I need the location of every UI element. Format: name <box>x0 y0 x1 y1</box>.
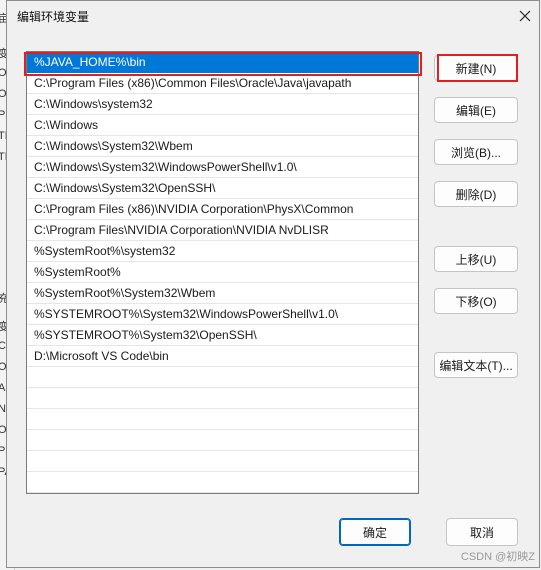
path-list-item[interactable]: %JAVA_HOME%\bin <box>27 52 418 73</box>
edit-text-button[interactable]: 编辑文本(T)... <box>434 352 518 378</box>
path-list-item[interactable]: C:\Program Files (x86)\Common Files\Orac… <box>27 73 418 94</box>
ok-button[interactable]: 确定 <box>339 518 411 546</box>
move-down-button[interactable]: 下移(O) <box>434 288 518 314</box>
new-button[interactable]: 新建(N) <box>434 55 518 81</box>
cancel-button[interactable]: 取消 <box>446 518 518 546</box>
title-bar[interactable]: 编辑环境变量 <box>7 1 539 31</box>
move-up-button[interactable]: 上移(U) <box>434 246 518 272</box>
path-list-item[interactable]: %SYSTEMROOT%\System32\WindowsPowerShell\… <box>27 304 418 325</box>
delete-button[interactable]: 删除(D) <box>434 181 518 207</box>
path-list-empty-row[interactable] <box>27 430 418 451</box>
path-list-item[interactable]: %SystemRoot%\System32\Wbem <box>27 283 418 304</box>
dialog-title: 编辑环境变量 <box>17 10 90 24</box>
path-list-item[interactable]: C:\Windows\System32\OpenSSH\ <box>27 178 418 199</box>
path-list-item[interactable]: C:\Windows\system32 <box>27 94 418 115</box>
path-list-empty-row[interactable] <box>27 388 418 409</box>
path-list-empty-row[interactable] <box>27 367 418 388</box>
path-list-item[interactable]: C:\Program Files (x86)\NVIDIA Corporatio… <box>27 199 418 220</box>
path-list-item[interactable]: D:\Microsoft VS Code\bin <box>27 346 418 367</box>
path-list-item[interactable]: C:\Windows\System32\Wbem <box>27 136 418 157</box>
watermark: CSDN @初映Z <box>460 551 535 563</box>
path-list-item[interactable]: %SystemRoot%\system32 <box>27 241 418 262</box>
path-list-empty-row[interactable] <box>27 472 418 493</box>
path-list-item[interactable]: C:\Windows <box>27 115 418 136</box>
path-list-item[interactable]: C:\Windows\System32\WindowsPowerShell\v1… <box>27 157 418 178</box>
path-list[interactable]: %JAVA_HOME%\bin C:\Program Files (x86)\C… <box>26 51 419 494</box>
path-list-empty-row[interactable] <box>27 409 418 430</box>
path-list-item[interactable]: %SYSTEMROOT%\System32\OpenSSH\ <box>27 325 418 346</box>
close-button[interactable] <box>511 1 539 31</box>
path-list-item[interactable]: %SystemRoot% <box>27 262 418 283</box>
edit-env-var-dialog: 编辑环境变量 %JAVA_HOME%\bin C:\Program Files … <box>6 0 540 568</box>
edit-button[interactable]: 编辑(E) <box>434 97 518 123</box>
path-list-empty-row[interactable] <box>27 451 418 472</box>
close-icon <box>519 10 531 22</box>
browse-button[interactable]: 浏览(B)... <box>434 139 518 165</box>
path-list-item[interactable]: C:\Program Files\NVIDIA Corporation\NVID… <box>27 220 418 241</box>
